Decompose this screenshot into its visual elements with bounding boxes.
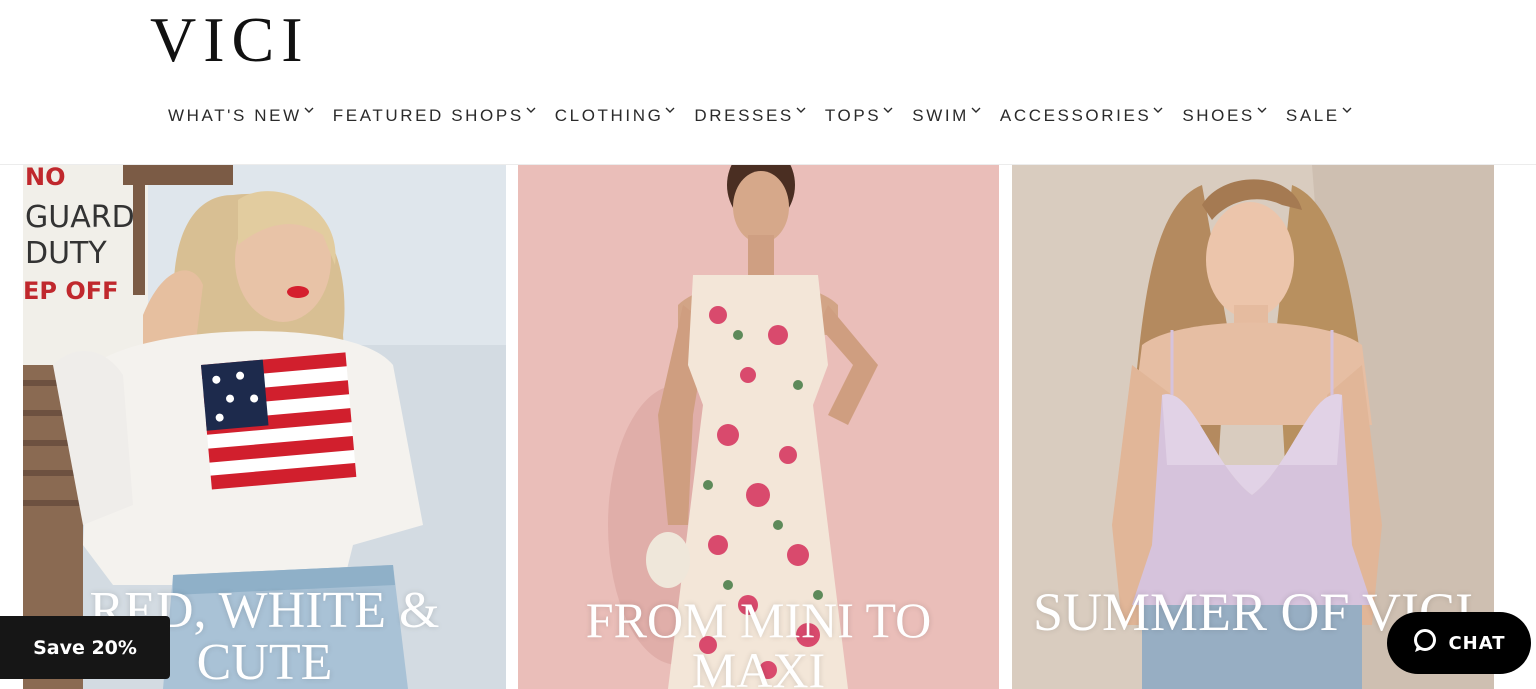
nav-item-shoes[interactable]: SHOES — [1182, 104, 1286, 130]
brand-logo[interactable]: VICI — [150, 4, 310, 76]
chat-label: CHAT — [1448, 632, 1506, 654]
nav-item-label: ACCESSORIES — [999, 106, 1152, 125]
sign-text-line: GUARD — [25, 200, 135, 235]
nav-item-label: TOPS — [824, 106, 882, 125]
nav-item-swim[interactable]: SWIM — [912, 104, 1000, 130]
chevron-down-icon — [970, 104, 982, 116]
nav-item-label: CLOTHING — [554, 106, 664, 125]
nav-item-featured-shops[interactable]: FEATURED SHOPS — [333, 104, 555, 130]
collection-tile-summer-of-vici[interactable]: SUMMER OF VICI — [1012, 165, 1494, 689]
nav-item-accessories[interactable]: ACCESSORIES — [1000, 104, 1182, 130]
chat-bubble-icon — [1412, 628, 1438, 659]
collection-tile-mini-to-maxi[interactable]: FROM MINI TO MAXI — [518, 165, 999, 689]
chevron-down-icon — [525, 104, 537, 116]
sign-text-line: NO — [25, 165, 66, 191]
nav-item-clothing[interactable]: CLOTHING — [555, 104, 695, 130]
collection-tile-red-white-cute[interactable]: NO GUARD DUTY EP OFF RED, WHITE & CUTE — [23, 165, 506, 689]
nav-item-label: SALE — [1285, 106, 1340, 125]
main-navigation: WHAT'S NEW FEATURED SHOPS CLOTHING DRESS… — [168, 104, 1371, 130]
chevron-down-icon — [1341, 104, 1353, 116]
nav-item-label: DRESSES — [694, 106, 794, 125]
chevron-down-icon — [882, 104, 894, 116]
nav-item-tops[interactable]: TOPS — [825, 104, 912, 130]
save-20-promo-button[interactable]: Save 20% — [0, 616, 170, 679]
nav-item-label: SWIM — [912, 106, 969, 125]
chat-button[interactable]: CHAT — [1387, 612, 1531, 674]
site-header: VICI WHAT'S NEW FEATURED SHOPS CLOTHING … — [0, 0, 1536, 165]
nav-item-dresses[interactable]: DRESSES — [694, 104, 824, 130]
nav-item-label: FEATURED SHOPS — [332, 106, 524, 125]
nav-item-whats-new[interactable]: WHAT'S NEW — [168, 104, 333, 130]
tile-caption: FROM MINI TO MAXI — [585, 592, 932, 689]
nav-item-label: SHOES — [1182, 106, 1255, 125]
nav-item-sale[interactable]: SALE — [1286, 104, 1371, 130]
chevron-down-icon — [795, 104, 807, 116]
chevron-down-icon — [1256, 104, 1268, 116]
chevron-down-icon — [664, 104, 676, 116]
sign-text-line: DUTY — [25, 236, 107, 271]
nav-item-label: WHAT'S NEW — [168, 106, 302, 125]
sign-text-line: EP OFF — [23, 277, 119, 305]
chevron-down-icon — [303, 104, 315, 116]
chevron-down-icon — [1152, 104, 1164, 116]
